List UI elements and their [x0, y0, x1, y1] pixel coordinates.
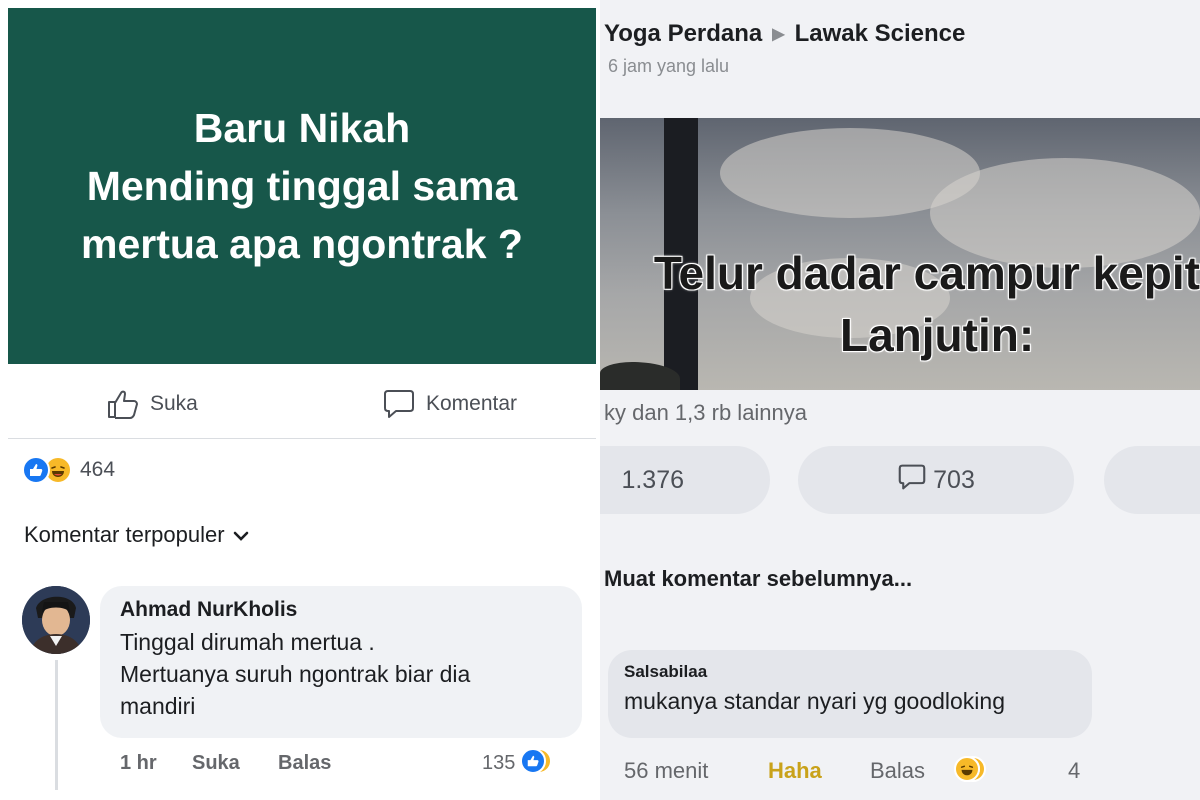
- comment-author[interactable]: Salsabilaa: [624, 662, 1076, 682]
- screenshot-collage: Baru Nikah Mending tinggal sama mertua a…: [0, 0, 1200, 800]
- comment-line: mandiri: [120, 693, 196, 719]
- comment-reaction-count[interactable]: 135: [482, 752, 515, 775]
- haha-reaction-button[interactable]: Haha: [768, 758, 822, 784]
- comment-sort-dropdown[interactable]: Komentar terpopuler: [24, 522, 249, 548]
- like-button[interactable]: Suka: [106, 388, 198, 420]
- comment-label: Komentar: [426, 392, 518, 415]
- post-header: Yoga Perdana ▶ Lawak Science: [604, 20, 965, 48]
- right-post-panel: Yoga Perdana ▶ Lawak Science 6 jam yang …: [600, 0, 1200, 800]
- reacted-by-text[interactable]: ky dan 1,3 rb lainnya: [604, 400, 807, 426]
- comment-reaction-count[interactable]: 4: [1068, 758, 1080, 784]
- image-caption: Telur dadar campur kepit: [653, 247, 1200, 299]
- comment-time[interactable]: 1 hr: [120, 752, 157, 775]
- triangle-right-icon: ▶: [772, 26, 785, 43]
- post-line: Baru Nikah: [193, 105, 411, 151]
- post-author[interactable]: Yoga Perdana: [604, 20, 762, 48]
- post-line: Mending tinggal sama: [86, 163, 518, 209]
- reaction-count-pill[interactable]: 1.376: [600, 446, 770, 514]
- chevron-down-icon: [233, 522, 249, 548]
- share-pill[interactable]: [1104, 446, 1200, 514]
- comment-text: Tinggal dirumah mertua . Mertuanya suruh…: [120, 626, 562, 722]
- comment-bubble: Ahmad NurKholis Tinggal dirumah mertua .…: [100, 586, 582, 738]
- avatar[interactable]: [22, 586, 90, 654]
- post-line: mertua apa ngontrak ?: [81, 221, 523, 267]
- like-label: Suka: [150, 392, 198, 415]
- post-text-card: Baru Nikah Mending tinggal sama mertua a…: [8, 8, 596, 364]
- comment-bubble: Salsabilaa mukanya standar nyari yg good…: [608, 650, 1092, 738]
- comment-button[interactable]: Komentar: [382, 388, 517, 420]
- comment-icon: [897, 463, 927, 498]
- thumbs-up-icon: [106, 388, 140, 420]
- divider: [8, 438, 596, 439]
- comment-time[interactable]: 56 menit: [624, 758, 708, 784]
- haha-reaction-icon: [954, 756, 980, 782]
- comment-reply-button[interactable]: Balas: [870, 758, 925, 784]
- like-reaction-icon: [520, 748, 546, 774]
- comment-line: Tinggal dirumah mertua .: [120, 629, 375, 655]
- post-image[interactable]: Telur dadar campur kepit Lanjutin:: [600, 118, 1200, 390]
- load-previous-comments[interactable]: Muat komentar sebelumnya...: [604, 566, 912, 592]
- reaction-count: 464: [80, 458, 116, 481]
- comment-count: 703: [933, 465, 975, 494]
- comment-like-button[interactable]: Suka: [192, 752, 240, 775]
- comment-count-pill[interactable]: 703: [798, 446, 1074, 514]
- like-reaction-icon: [22, 456, 50, 484]
- post-time[interactable]: 6 jam yang lalu: [608, 56, 729, 77]
- post-reactions[interactable]: 464: [22, 456, 115, 484]
- sort-label: Komentar terpopuler: [24, 522, 225, 547]
- thread-line: [55, 660, 58, 790]
- group-name[interactable]: Lawak Science: [795, 20, 966, 48]
- comment-line: Mertuanya suruh ngontrak biar dia: [120, 661, 471, 687]
- image-caption: Lanjutin:: [840, 309, 1035, 361]
- reaction-count: 1.376: [621, 465, 684, 494]
- comment-author[interactable]: Ahmad NurKholis: [120, 598, 562, 622]
- comment-text: mukanya standar nyari yg goodloking: [624, 688, 1006, 714]
- post-text: Baru Nikah Mending tinggal sama mertua a…: [81, 99, 523, 273]
- comment-reply-button[interactable]: Balas: [278, 752, 331, 775]
- left-post-panel: Baru Nikah Mending tinggal sama mertua a…: [0, 0, 600, 800]
- post-action-bar: Suka Komentar: [8, 372, 596, 436]
- comment-icon: [382, 388, 416, 420]
